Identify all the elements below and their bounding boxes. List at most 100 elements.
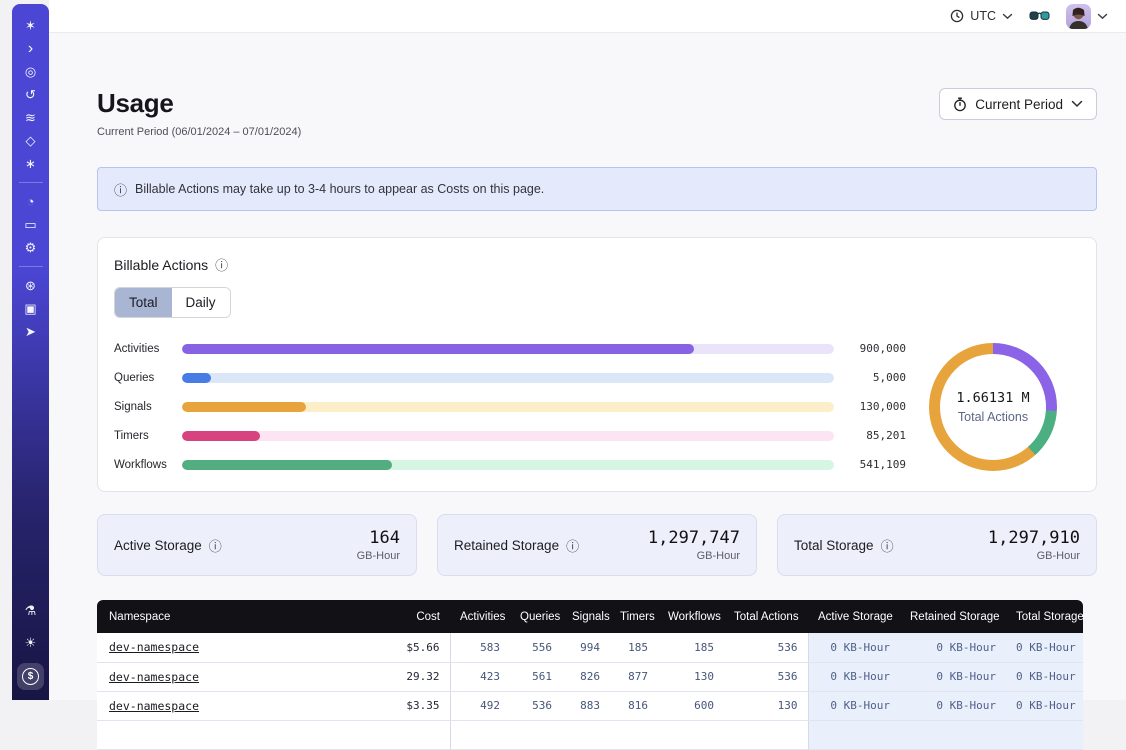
col-header-active-storage: Active Storage: [808, 600, 900, 633]
layers-icon[interactable]: ≋: [19, 106, 43, 129]
bar-fill: [182, 460, 392, 470]
storage-card-label: Total Storageⓘ: [794, 536, 894, 555]
glasses-icon: [1029, 10, 1050, 23]
sidebar-groups: ✶›◎↺≋◇∗ ◔▭⚙ ⊛▣➤: [19, 14, 43, 343]
empty-cell: [610, 720, 658, 749]
value-cell: 536: [510, 691, 562, 720]
bar-fill: [182, 344, 694, 354]
namespace-link[interactable]: dev-namespace: [109, 670, 199, 684]
empty-cell: [510, 720, 562, 749]
top-bar: UTC: [49, 0, 1126, 33]
namespace-link[interactable]: dev-namespace: [109, 640, 199, 654]
col-header-namespace: Namespace: [97, 600, 350, 633]
value-cell: 0 KB-Hour: [1006, 691, 1083, 720]
value-cell: 0 KB-Hour: [808, 662, 900, 691]
table-row: dev-namespace$5.665835569941851855360 KB…: [97, 633, 1083, 662]
support-lifebuoy-icon[interactable]: ⊛: [19, 274, 43, 297]
bar-value: 900,000: [834, 342, 906, 355]
bar-fill: [182, 402, 306, 412]
settings-gear-icon[interactable]: ⚙: [19, 236, 43, 259]
cube-icon[interactable]: ◇: [19, 129, 43, 152]
theme-sun-icon[interactable]: ☀: [19, 631, 43, 654]
value-cell: 0 KB-Hour: [900, 633, 1006, 662]
value-cell: 185: [610, 633, 658, 662]
feedback-glasses-button[interactable]: [1029, 10, 1050, 23]
storage-summary-row: Active Storageⓘ164GB-HourRetained Storag…: [97, 514, 1097, 576]
value-cell: 556: [510, 633, 562, 662]
value-cell: 561: [510, 662, 562, 691]
bar-row-workflows: Workflows541,109: [114, 458, 906, 471]
value-cell: $3.35: [350, 691, 450, 720]
bar-fill: [182, 431, 260, 441]
bar-value: 541,109: [834, 458, 906, 471]
value-cell: 0 KB-Hour: [808, 691, 900, 720]
chevron-down-icon: [1002, 13, 1013, 20]
billable-actions-title: Billable Actions: [114, 257, 208, 273]
value-cell: 130: [658, 662, 724, 691]
sidebar-bottom: ⚗ ☀ $: [17, 599, 44, 700]
total-actions-donut-chart: 1.66131 M Total Actions: [929, 343, 1057, 471]
namespace-link[interactable]: dev-namespace: [109, 699, 199, 713]
bar-value: 130,000: [834, 400, 906, 413]
dollar-coin-icon-button[interactable]: $: [17, 663, 44, 690]
expand-chevron-icon[interactable]: ›: [19, 37, 43, 60]
value-cell: 883: [562, 691, 610, 720]
namespace-cell: dev-namespace: [97, 691, 350, 720]
info-banner-text: Billable Actions may take up to 3-4 hour…: [135, 182, 544, 196]
bar-track: [182, 460, 834, 470]
storage-card-unit: GB-Hour: [988, 550, 1080, 562]
bar-row-timers: Timers85,201: [114, 429, 906, 442]
bar-track: [182, 402, 834, 412]
tab-daily[interactable]: Daily: [172, 288, 230, 317]
empty-cell: [1006, 720, 1083, 749]
dollar-coin-icon: $: [22, 668, 39, 685]
namespace-cell: dev-namespace: [97, 662, 350, 691]
chevron-down-icon: [1097, 13, 1108, 20]
value-cell: 130: [724, 691, 808, 720]
billing-card-icon[interactable]: ▭: [19, 213, 43, 236]
bar-label: Activities: [114, 343, 182, 355]
info-icon[interactable]: ⓘ: [209, 536, 222, 555]
value-cell: 877: [610, 662, 658, 691]
col-header-timers: Timers: [610, 600, 658, 633]
bar-track: [182, 344, 834, 354]
info-icon[interactable]: ⓘ: [215, 255, 228, 274]
usage-gauge-icon[interactable]: ◔: [19, 190, 43, 213]
storage-card-value: 1,297,910: [988, 528, 1080, 548]
value-cell: 29.32: [350, 662, 450, 691]
empty-cell: [450, 720, 510, 749]
value-cell: $5.66: [350, 633, 450, 662]
user-menu[interactable]: [1066, 4, 1108, 29]
labs-flask-icon[interactable]: ⚗: [19, 599, 43, 622]
rocket-icon[interactable]: ➤: [19, 320, 43, 343]
storage-card-total: Total Storageⓘ 1,297,910 GB-Hour: [777, 514, 1097, 576]
info-icon[interactable]: ⓘ: [881, 536, 894, 555]
avatar: [1066, 4, 1091, 29]
empty-cell: [97, 720, 350, 749]
col-header-workflows: Workflows: [658, 600, 724, 633]
storage-card-unit: GB-Hour: [648, 550, 740, 562]
bar-label: Signals: [114, 401, 182, 413]
bar-row-queries: Queries5,000: [114, 371, 906, 384]
history-clock-icon[interactable]: ↺: [19, 83, 43, 106]
info-icon[interactable]: ⓘ: [566, 536, 579, 555]
tab-total[interactable]: Total: [115, 288, 172, 317]
asterisk-icon[interactable]: ∗: [19, 152, 43, 175]
storage-card-active: Active Storageⓘ164GB-Hour: [97, 514, 417, 576]
bar-row-activities: Activities 900,000: [114, 342, 906, 355]
value-cell: 0 KB-Hour: [808, 633, 900, 662]
empty-cell: [350, 720, 450, 749]
bar-track: [182, 373, 834, 383]
table-header-row: NamespaceCostActivitiesQueriesSignalsTim…: [97, 600, 1083, 633]
sidebar: ✶›◎↺≋◇∗ ◔▭⚙ ⊛▣➤ ⚗ ☀ $: [12, 4, 49, 700]
col-header-retained-storage: Retained Storage: [900, 600, 1006, 633]
table-row: dev-namespace$3.354925368838166001300 KB…: [97, 691, 1083, 720]
current-period-dropdown[interactable]: Current Period: [939, 88, 1097, 120]
docs-terminal-icon[interactable]: ▣: [19, 297, 43, 320]
main-content: Usage Current Period (06/01/2024 – 07/01…: [49, 33, 1126, 700]
value-cell: 0 KB-Hour: [1006, 662, 1083, 691]
timezone-dropdown[interactable]: UTC: [950, 9, 1013, 23]
empty-cell: [808, 720, 900, 749]
namespaces-spiral-icon[interactable]: ◎: [19, 60, 43, 83]
temporal-logo-icon[interactable]: ✶: [19, 14, 43, 37]
